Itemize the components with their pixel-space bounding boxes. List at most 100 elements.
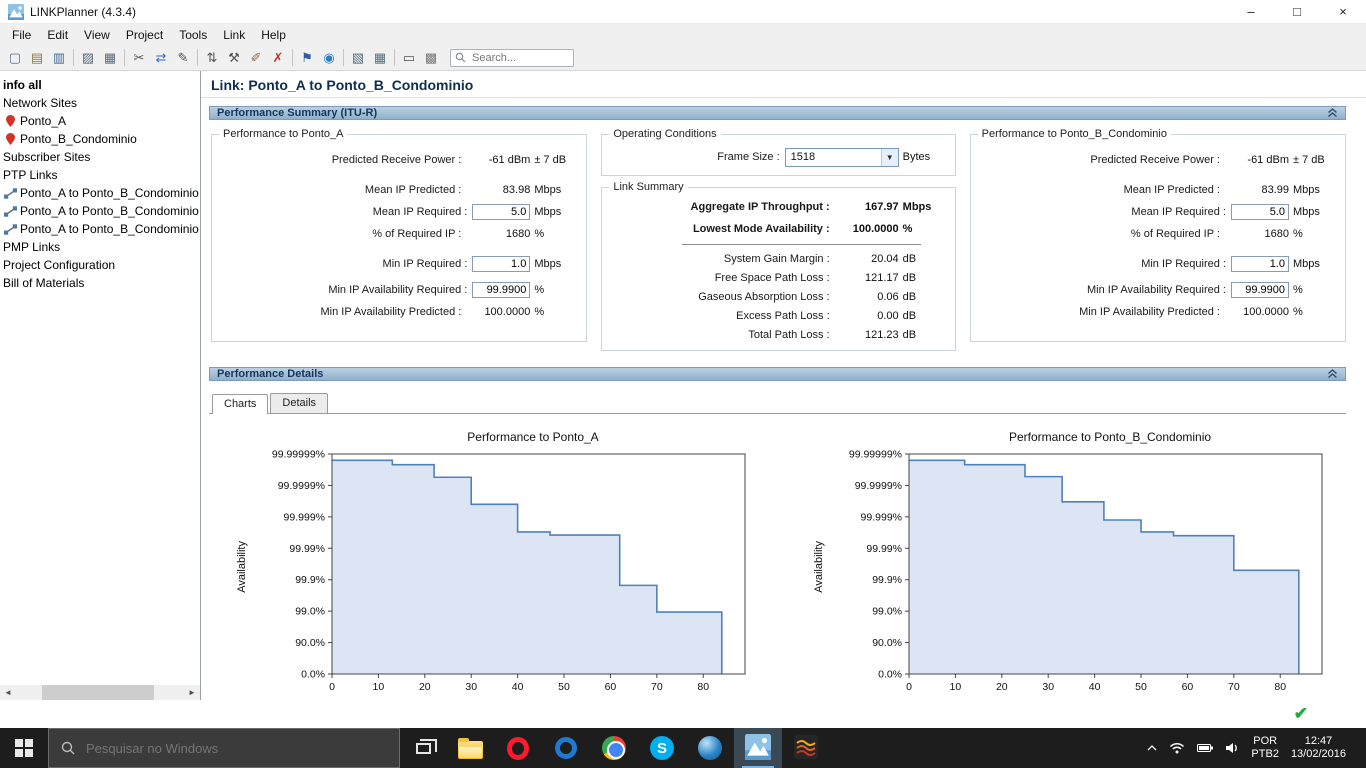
- field-label: Predicted Receive Power :: [1090, 154, 1220, 166]
- menu-file[interactable]: File: [4, 26, 39, 44]
- svg-text:99.99999%: 99.99999%: [848, 449, 901, 461]
- mean-ip-required-input[interactable]: [1230, 204, 1289, 220]
- groupbox-title: Operating Conditions: [609, 128, 721, 140]
- opera-browser-icon: [507, 736, 529, 760]
- project-tree-sidebar: info all Network Sites Ponto_A Ponto_B_Cond…: [0, 71, 201, 700]
- taskbar-app-chrome[interactable]: [590, 728, 638, 768]
- sidebar-item-link-2[interactable]: Ponto_A to Ponto_B_Condominio: [0, 202, 200, 220]
- taskbar-app-file-explorer[interactable]: [446, 728, 494, 768]
- image-icon[interactable]: ▩: [420, 47, 442, 68]
- sidebar-horizontal-scrollbar[interactable]: ◄ ►: [0, 685, 200, 700]
- sidebar-item-label: Ponto_A to Ponto_B_Condominio: [20, 186, 199, 200]
- menu-view[interactable]: View: [76, 26, 118, 44]
- print-icon[interactable]: ▭: [398, 47, 420, 68]
- taskbar-search-input[interactable]: [84, 739, 334, 757]
- sidebar-item-subscriber-sites[interactable]: Subscriber Sites: [0, 148, 200, 166]
- frame-size-select[interactable]: 1518 ▼: [784, 147, 899, 167]
- speaker-icon[interactable]: [1225, 742, 1239, 754]
- sidebar-item-link-1[interactable]: Ponto_A to Ponto_B_Condominio: [0, 184, 200, 202]
- section-title: Performance Details: [217, 368, 324, 380]
- taskbar-search[interactable]: [48, 728, 400, 768]
- edit-wand-icon[interactable]: ✐: [245, 47, 267, 68]
- menu-help[interactable]: Help: [253, 26, 294, 44]
- taskbar-app-linkplanner[interactable]: [734, 728, 782, 768]
- maximize-button[interactable]: □: [1274, 0, 1320, 23]
- linkplanner-icon: [745, 733, 771, 763]
- menu-tools[interactable]: Tools: [171, 26, 215, 44]
- task-view-button[interactable]: [400, 728, 446, 768]
- min-availability-required-input[interactable]: [472, 282, 531, 298]
- sidebar-item-info-all[interactable]: info all: [0, 76, 200, 94]
- open-file-icon[interactable]: ▤: [26, 47, 48, 68]
- collapse-chevrons-icon[interactable]: [1327, 369, 1338, 379]
- taskbar-app-blue-swirl[interactable]: [686, 728, 734, 768]
- mean-ip-required-input[interactable]: [472, 204, 531, 220]
- search-input[interactable]: [470, 50, 569, 65]
- sidebar-item-ponto-a[interactable]: Ponto_A: [0, 112, 200, 130]
- toolbar: ▢ ▤ ▥ ▨ ▦ ✂ ⇄ ✎ ⇅ ⚒ ✐ ✗ ⚑ ◉ ▧ ▦ ▭ ▩: [0, 45, 1366, 71]
- min-ip-required-input[interactable]: [1230, 256, 1289, 272]
- start-button[interactable]: [0, 728, 48, 768]
- layers-icon[interactable]: ▧: [347, 47, 369, 68]
- middle-column: Operating Conditions Frame Size : 1518 ▼…: [601, 128, 956, 351]
- system-tray: POR PTB2 12:47 13/02/2016: [1147, 728, 1366, 768]
- reorder-icon[interactable]: ⇅: [201, 47, 223, 68]
- field-label: Mean IP Required :: [372, 206, 468, 218]
- sidebar-item-pmp-links[interactable]: PMP Links: [0, 238, 200, 256]
- copy-icon[interactable]: ▨: [77, 47, 99, 68]
- tab-details[interactable]: Details: [270, 393, 329, 413]
- collapse-chevrons-icon[interactable]: [1327, 108, 1338, 118]
- scrollbar-track[interactable]: [16, 685, 184, 700]
- pencil-icon[interactable]: ✎: [172, 47, 194, 68]
- section-performance-summary[interactable]: Performance Summary (ITU-R): [209, 106, 1346, 120]
- sidebar-item-bill-of-materials[interactable]: Bill of Materials: [0, 274, 200, 292]
- taskbar-app-orange-waves[interactable]: [782, 728, 830, 768]
- flag-icon[interactable]: ⚑: [296, 47, 318, 68]
- minimize-button[interactable]: –: [1228, 0, 1274, 23]
- field-value: 0.00: [877, 309, 899, 322]
- field-unit: %: [534, 306, 545, 318]
- taskbar-app-opera[interactable]: [494, 728, 542, 768]
- sidebar-item-label: Ponto_A to Ponto_B_Condominio: [20, 204, 199, 218]
- language-indicator[interactable]: POR PTB2: [1251, 735, 1279, 761]
- svg-text:99.9%: 99.9%: [295, 574, 325, 586]
- chevron-down-icon[interactable]: ▼: [880, 148, 898, 166]
- wifi-icon[interactable]: [1169, 742, 1185, 754]
- field-label: Mean IP Predicted :: [364, 184, 462, 196]
- sidebar-item-link-3[interactable]: Ponto_A to Ponto_B_Condominio: [0, 220, 200, 238]
- tab-charts[interactable]: Charts: [212, 394, 269, 414]
- menu-edit[interactable]: Edit: [39, 26, 76, 44]
- menu-link[interactable]: Link: [215, 26, 253, 44]
- taskbar-app-blue-ring[interactable]: [542, 728, 590, 768]
- scroll-right-icon[interactable]: ►: [184, 685, 200, 700]
- globe-icon[interactable]: ◉: [318, 47, 340, 68]
- battery-icon[interactable]: [1197, 743, 1214, 753]
- tools-icon[interactable]: ⚒: [223, 47, 245, 68]
- min-availability-required-input[interactable]: [1230, 282, 1289, 298]
- field-unit: dB: [902, 271, 917, 284]
- new-file-icon[interactable]: ▢: [4, 47, 26, 68]
- section-performance-details[interactable]: Performance Details: [209, 367, 1346, 381]
- paste-icon[interactable]: ▦: [99, 47, 121, 68]
- sidebar-item-project-configuration[interactable]: Project Configuration: [0, 256, 200, 274]
- field-label: Min IP Availability Required :: [1086, 284, 1226, 296]
- cut-icon[interactable]: ✂: [128, 47, 150, 68]
- scrollbar-thumb[interactable]: [42, 685, 154, 700]
- save-icon[interactable]: ▥: [48, 47, 70, 68]
- taskbar-app-skype[interactable]: [638, 728, 686, 768]
- field-label: Lowest Mode Availability :: [692, 223, 830, 235]
- sidebar-item-ptp-links[interactable]: PTP Links: [0, 166, 200, 184]
- sidebar-item-label: Bill of Materials: [3, 276, 85, 290]
- scroll-left-icon[interactable]: ◄: [0, 685, 16, 700]
- link-nodes-icon[interactable]: ⇄: [150, 47, 172, 68]
- delete-icon[interactable]: ✗: [267, 47, 289, 68]
- sidebar-item-ponto-b-condominio[interactable]: Ponto_B_Condominio: [0, 130, 200, 148]
- grid-icon[interactable]: ▦: [369, 47, 391, 68]
- field-unit: Mbps: [902, 201, 932, 213]
- tray-chevron-up-icon[interactable]: [1147, 745, 1157, 751]
- sidebar-item-network-sites[interactable]: Network Sites: [0, 94, 200, 112]
- min-ip-required-input[interactable]: [472, 256, 531, 272]
- clock[interactable]: 12:47 13/02/2016: [1291, 735, 1346, 761]
- menu-project[interactable]: Project: [118, 26, 171, 44]
- close-button[interactable]: ×: [1320, 0, 1366, 23]
